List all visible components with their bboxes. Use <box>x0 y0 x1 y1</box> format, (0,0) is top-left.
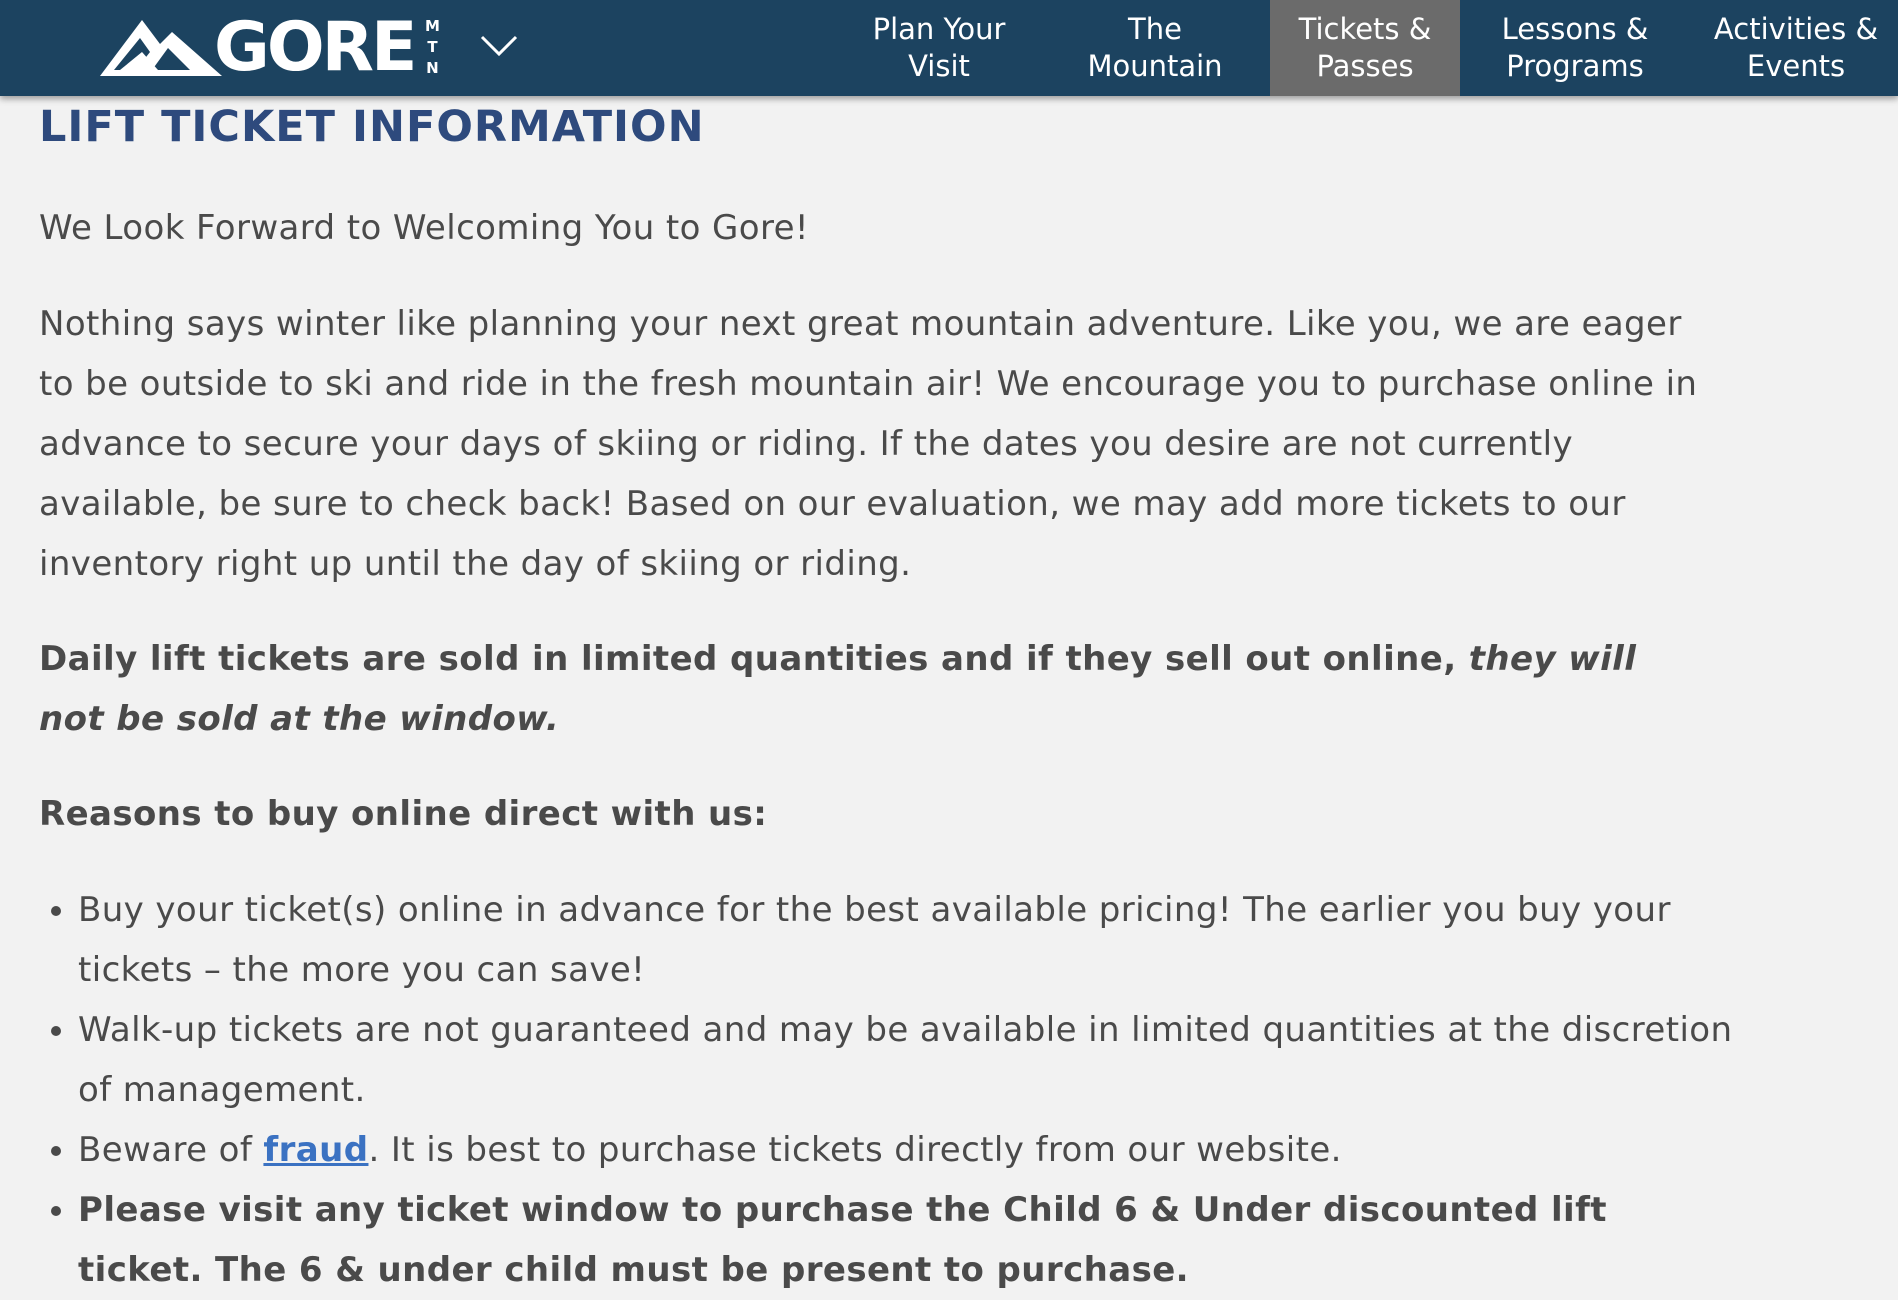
nav-label: Plan Your Visit <box>872 12 1006 83</box>
logo-mtn-label: MTN <box>423 16 442 80</box>
welcome-text: We Look Forward to Welcoming You to Gore… <box>39 208 809 248</box>
list-item: Beware of fraud. It is best to purchase … <box>78 1120 1738 1180</box>
reason-text: Please visit any ticket window to purcha… <box>78 1190 1607 1290</box>
nav-plan-your-visit[interactable]: Plan Your Visit <box>848 0 1030 96</box>
intro-paragraph: Nothing says winter like planning your n… <box>39 304 1698 584</box>
logo-wordmark: GORE <box>214 8 417 87</box>
nav-label: Activities & Events <box>1713 12 1879 83</box>
list-item: Buy your ticket(s) online in advance for… <box>78 880 1738 1000</box>
list-item: Please visit any ticket window to purcha… <box>78 1180 1738 1300</box>
nav-activities-events[interactable]: Activities & Events <box>1694 0 1898 96</box>
nav-label: Lessons & Programs <box>1501 12 1649 83</box>
gore-logo[interactable]: GORE MTN <box>100 8 442 88</box>
notice-bold-text: Daily lift tickets are sold in limited q… <box>39 639 1469 679</box>
page-title: LIFT TICKET INFORMATION <box>39 102 705 152</box>
reasons-heading: Reasons to buy online direct with us: <box>39 794 768 834</box>
menu-toggle-button[interactable] <box>476 26 522 66</box>
reason-text-after: . It is best to purchase tickets directl… <box>368 1130 1342 1170</box>
nav-tickets-passes[interactable]: Tickets & Passes <box>1270 0 1460 96</box>
top-navigation-bar: GORE MTN Plan Your Visit The Mountain Ti… <box>0 0 1898 96</box>
list-item: Walk-up tickets are not guaranteed and m… <box>78 1000 1738 1120</box>
nav-label: The Mountain <box>1087 12 1223 83</box>
nav-label: Tickets & Passes <box>1298 12 1432 83</box>
reason-text-before: Beware of <box>78 1130 264 1170</box>
reasons-list: Buy your ticket(s) online in advance for… <box>39 880 1738 1300</box>
fraud-link[interactable]: fraud <box>263 1130 368 1170</box>
chevron-down-icon <box>480 35 518 57</box>
nav-lessons-programs[interactable]: Lessons & Programs <box>1480 0 1670 96</box>
nav-the-mountain[interactable]: The Mountain <box>1060 0 1250 96</box>
mountain-logo-icon <box>100 20 222 76</box>
reason-text: Buy your ticket(s) online in advance for… <box>78 890 1671 990</box>
reason-text: Walk-up tickets are not guaranteed and m… <box>78 1010 1733 1110</box>
limited-quantities-notice: Daily lift tickets are sold in limited q… <box>39 629 1699 749</box>
